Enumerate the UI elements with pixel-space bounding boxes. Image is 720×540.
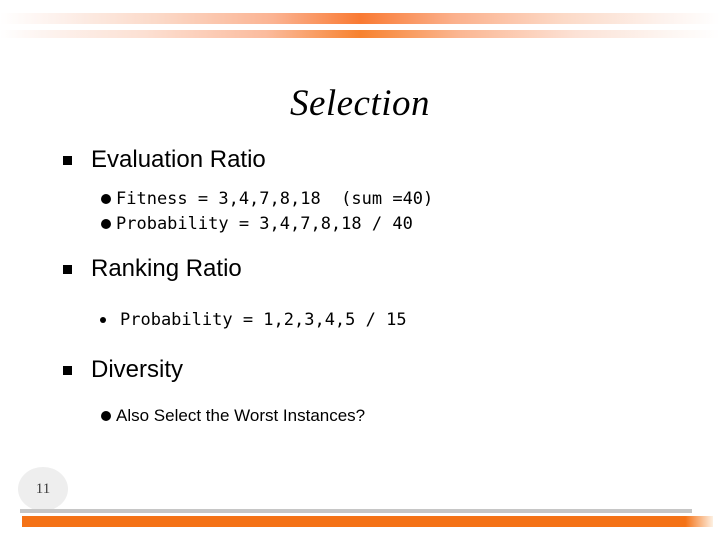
sub-bullet-worst-instances: Also Select the Worst Instances? [0,404,720,429]
sub-bullet-fitness: Fitness = 3,4,7,8,18 (sum =40) [0,187,720,212]
sub-bullet-probability-evaluation: Probability = 3,4,7,8,18 / 40 [0,212,720,237]
small-round-bullet-icon [100,317,106,323]
header-accent-bar-top [0,13,720,24]
bullet-diversity: Diversity [0,354,720,388]
page-number: 11 [35,480,51,497]
square-bullet-icon [63,156,72,165]
footer-accent-bar [22,516,713,527]
bullet-label: Ranking Ratio [91,255,242,282]
square-bullet-icon [63,265,72,274]
footer-rule [20,509,692,513]
bullet-label: Evaluation Ratio [91,146,266,173]
bullet-ranking-ratio: Ranking Ratio [0,253,720,287]
slide-title: Selection [289,83,431,124]
square-bullet-icon [63,366,72,375]
bullet-label: Diversity [91,356,184,383]
header-accent-bar-bottom [0,30,720,38]
sub-bullet-probability-ranking: Probability = 1,2,3,4,5 / 15 [0,308,720,333]
bullet-evaluation-ratio: Evaluation Ratio [0,144,720,178]
sub-bullet-text: Probability = 1,2,3,4,5 / 15 [120,310,407,330]
slide-body: Evaluation Ratio Fitness = 3,4,7,8,18 (s… [0,144,720,429]
round-bullet-icon [101,194,111,204]
round-bullet-icon [101,411,111,421]
round-bullet-icon [101,219,111,229]
